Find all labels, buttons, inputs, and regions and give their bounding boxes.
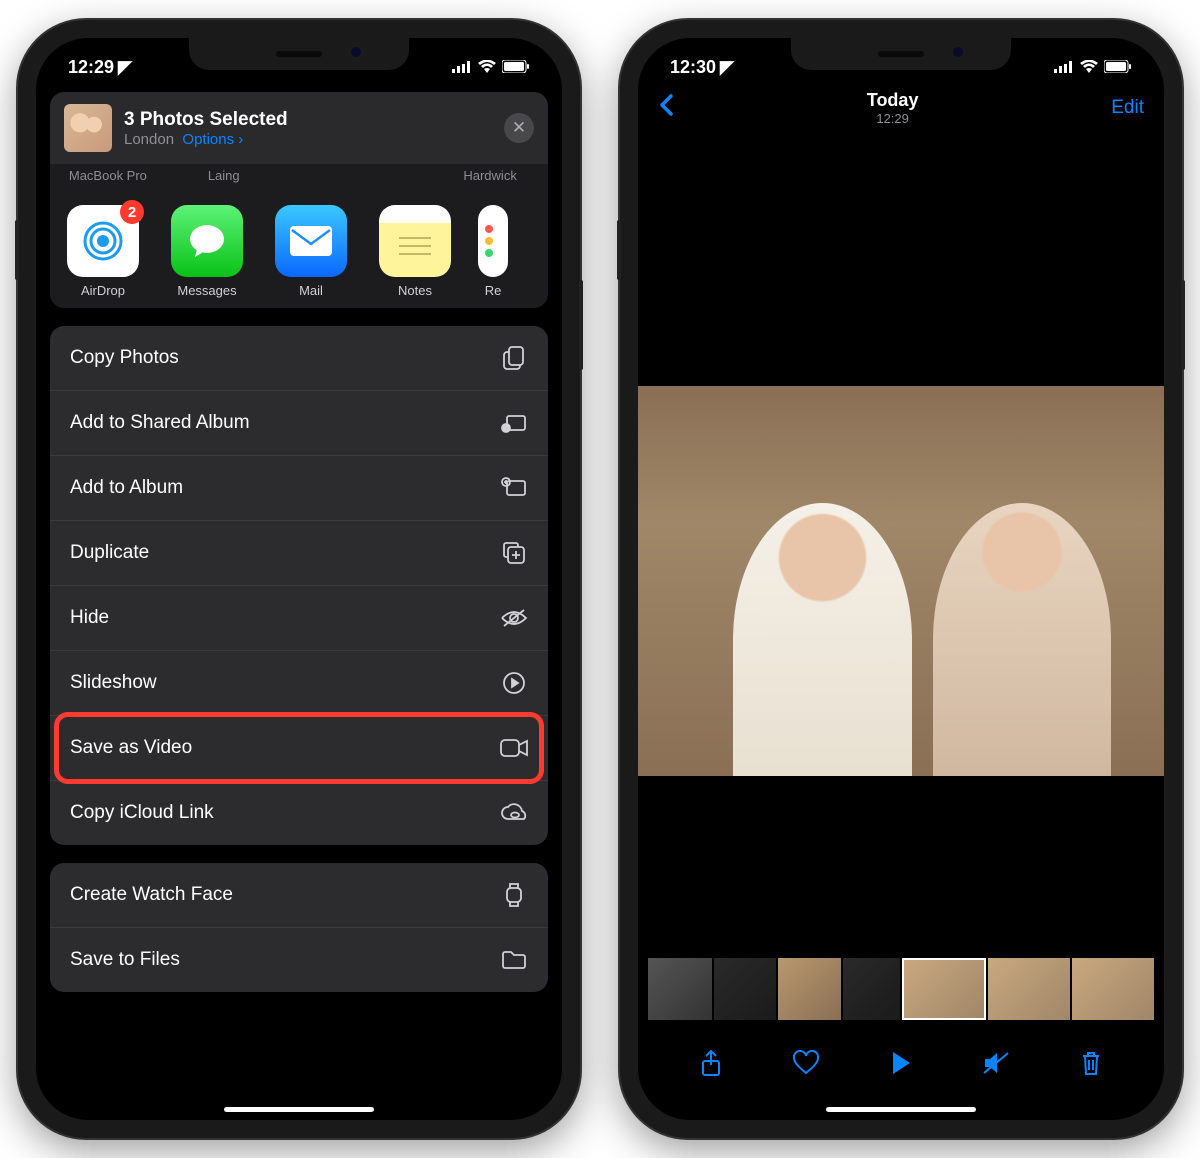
action-copy-icloud-link[interactable]: Copy iCloud Link (50, 781, 548, 845)
location-icon: ◤ (118, 57, 132, 78)
airdrop-targets-row: MacBook Pro Laing Hardwick (50, 164, 548, 191)
play-button[interactable] (886, 1048, 916, 1078)
sheet-subtitle: London Options › (124, 131, 288, 148)
status-time: 12:30 (670, 57, 716, 78)
airdrop-target[interactable]: Hardwick (432, 168, 548, 183)
signal-icon (1054, 57, 1074, 78)
share-app-partial[interactable]: Re (478, 205, 508, 298)
screen-left: 12:29 ◤ 3 Photos Selected London Options… (36, 38, 562, 1120)
thumbnail[interactable] (988, 958, 1070, 1020)
thumbnail-strip[interactable] (638, 958, 1164, 1020)
wifi-icon (1080, 57, 1098, 78)
album-add-icon (500, 474, 528, 502)
action-copy-photos[interactable]: Copy Photos (50, 326, 548, 391)
battery-icon (502, 57, 530, 78)
options-link[interactable]: Options › (182, 131, 243, 148)
mute-button[interactable] (981, 1048, 1011, 1078)
home-indicator[interactable] (224, 1107, 374, 1112)
share-button[interactable] (696, 1048, 726, 1078)
bottom-toolbar (638, 1034, 1164, 1092)
action-hide[interactable]: Hide (50, 586, 548, 651)
wifi-icon (478, 57, 496, 78)
battery-icon (1104, 57, 1132, 78)
video-icon (500, 734, 528, 762)
close-button[interactable]: ✕ (504, 113, 534, 143)
badge: 2 (120, 200, 144, 224)
action-save-to-files[interactable]: Save to Files (50, 928, 548, 992)
action-add-album[interactable]: Add to Album (50, 456, 548, 521)
action-slideshow[interactable]: Slideshow (50, 651, 548, 716)
cloud-link-icon (500, 799, 528, 827)
sheet-title: 3 Photos Selected (124, 109, 288, 131)
notch (791, 38, 1011, 70)
mail-icon (275, 205, 347, 277)
edit-button[interactable]: Edit (1111, 97, 1144, 119)
share-sheet-header: 3 Photos Selected London Options › ✕ (50, 92, 548, 164)
action-duplicate[interactable]: Duplicate (50, 521, 548, 586)
notch (189, 38, 409, 70)
hide-icon (500, 604, 528, 632)
selection-thumbnail (64, 104, 112, 152)
signal-icon (452, 57, 472, 78)
action-save-as-video[interactable]: Save as Video (50, 716, 548, 781)
delete-button[interactable] (1076, 1048, 1106, 1078)
thumbnail[interactable] (1072, 958, 1154, 1020)
share-app-airdrop[interactable]: 2 AirDrop (62, 205, 144, 298)
shared-album-icon (500, 409, 528, 437)
thumbnail-selected[interactable] (902, 958, 986, 1020)
reminders-icon (478, 205, 508, 277)
nav-bar: Today 12:29 Edit (638, 82, 1164, 136)
actions-list-2: Create Watch Face Save to Files (50, 863, 548, 992)
folder-icon (500, 946, 528, 974)
share-app-mail[interactable]: Mail (270, 205, 352, 298)
airdrop-target[interactable]: Laing (166, 168, 282, 183)
airdrop-icon: 2 (67, 205, 139, 277)
watch-icon (500, 881, 528, 909)
home-indicator[interactable] (826, 1107, 976, 1112)
thumbnail[interactable] (843, 958, 899, 1020)
notes-icon (379, 205, 451, 277)
share-app-notes[interactable]: Notes (374, 205, 456, 298)
thumbnail[interactable] (714, 958, 776, 1020)
status-time: 12:29 (68, 57, 114, 78)
thumbnail[interactable] (648, 958, 712, 1020)
duplicate-icon (500, 539, 528, 567)
photo-content (638, 386, 1164, 776)
nav-subtitle: 12:29 (867, 111, 919, 126)
action-add-shared-album[interactable]: Add to Shared Album (50, 391, 548, 456)
back-button[interactable] (658, 92, 674, 124)
phone-left: 12:29 ◤ 3 Photos Selected London Options… (18, 20, 580, 1138)
messages-icon (171, 205, 243, 277)
share-apps-row[interactable]: 2 AirDrop Messages Mail Notes Re (50, 191, 548, 308)
nav-title: Today (867, 90, 919, 111)
play-circle-icon (500, 669, 528, 697)
location-icon: ◤ (720, 57, 734, 78)
thumbnail[interactable] (778, 958, 842, 1020)
screen-right: 12:30 ◤ Today 12:29 Edit (638, 38, 1164, 1120)
share-app-messages[interactable]: Messages (166, 205, 248, 298)
action-create-watch-face[interactable]: Create Watch Face (50, 863, 548, 928)
copy-icon (500, 344, 528, 372)
photo-viewer[interactable] (638, 286, 1164, 876)
phone-right: 12:30 ◤ Today 12:29 Edit (620, 20, 1182, 1138)
airdrop-target[interactable]: MacBook Pro (50, 168, 166, 183)
actions-list: Copy Photos Add to Shared Album Add to A… (50, 326, 548, 845)
favorite-button[interactable] (791, 1048, 821, 1078)
